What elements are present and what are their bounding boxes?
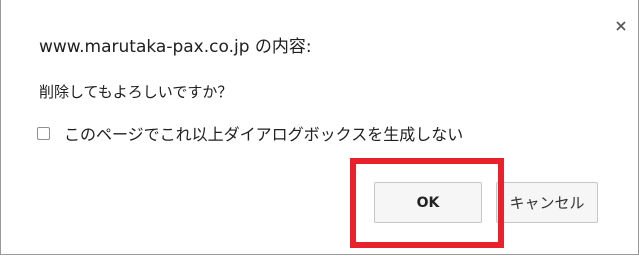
ok-button[interactable]: OK (374, 182, 482, 223)
confirm-dialog: www.marutaka-pax.co.jp の内容: 削除してもよろしいですか… (0, 0, 639, 255)
suppress-dialogs-checkbox[interactable] (37, 126, 50, 140)
suppress-dialogs-option[interactable]: このページでこれ以上ダイアログボックスを生成しない (37, 121, 463, 145)
dialog-message: 削除してもよろしいですか？ (39, 83, 233, 101)
cancel-button[interactable]: キャンセル (496, 182, 598, 223)
suppress-dialogs-label: このページでこれ以上ダイアログボックスを生成しない (64, 125, 464, 144)
close-button[interactable] (613, 18, 629, 34)
close-icon (616, 21, 626, 31)
dialog-title: www.marutaka-pax.co.jp の内容: (39, 37, 312, 57)
